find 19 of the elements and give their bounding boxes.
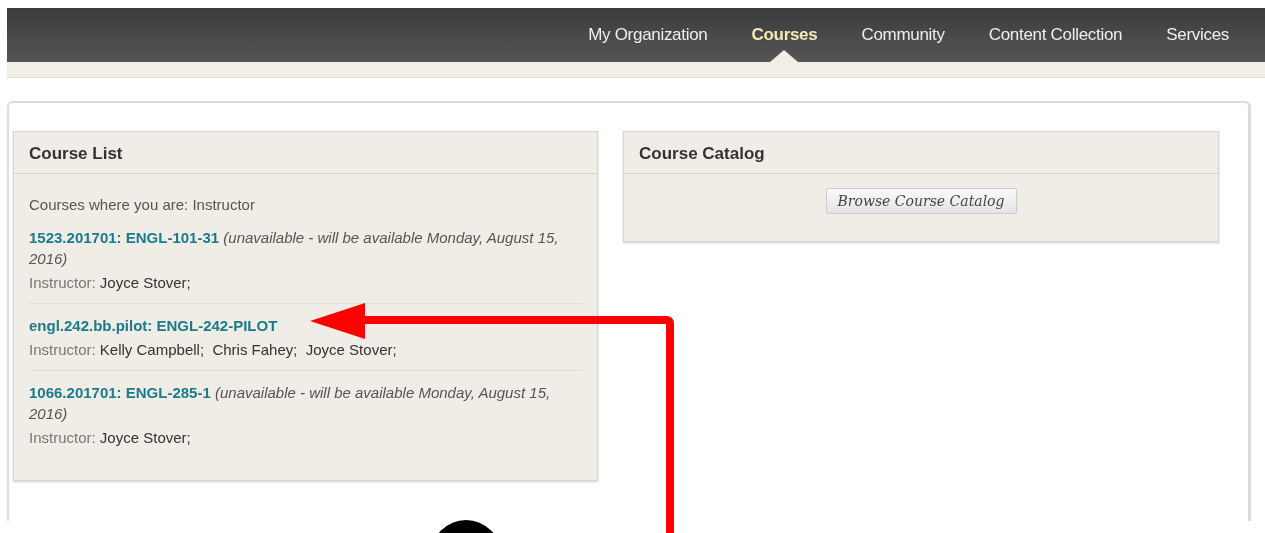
course-entry-text: 1523.201701: ENGL-101-31 (unavailable - will be available Monday, August 15, 2016) [29, 228, 560, 269]
course-entry-text: 1066.201701: ENGL-285-1 (unavailable - will be available Monday, August 15, 2016) [29, 383, 552, 424]
browse-catalog-button[interactable]: Browse Course Catalog [825, 188, 1017, 214]
role-text: Courses where you are: Instructor [29, 196, 256, 213]
panel-title: Course List [14, 132, 597, 174]
course-link[interactable]: 1066.201701: ENGL-285-1 [29, 384, 211, 401]
nav-tab[interactable]: Services [1144, 8, 1251, 62]
panel-title: Course Catalog [624, 132, 1218, 174]
instructor-label: Instructor: [29, 429, 96, 446]
instructor-label: Instructor: [29, 341, 96, 358]
nav-tab[interactable]: Content Collection [966, 8, 1145, 62]
instructor-names: Joyce Stover; [99, 274, 191, 291]
instructor-names: Joyce Stover; [99, 429, 191, 446]
nav-tab[interactable]: Community [839, 8, 967, 62]
instructor-names: Kelly Campbell; Chris Fahey; Joyce Stover; [99, 341, 397, 358]
course-link[interactable]: 1523.201701: ENGL-101-31 [29, 229, 220, 246]
nav-tab[interactable]: My Organization [566, 8, 730, 62]
course-link[interactable]: engl.242.bb.pilot: ENGL-242-PILOT [29, 317, 278, 334]
instructor-label: Instructor: [29, 274, 96, 291]
